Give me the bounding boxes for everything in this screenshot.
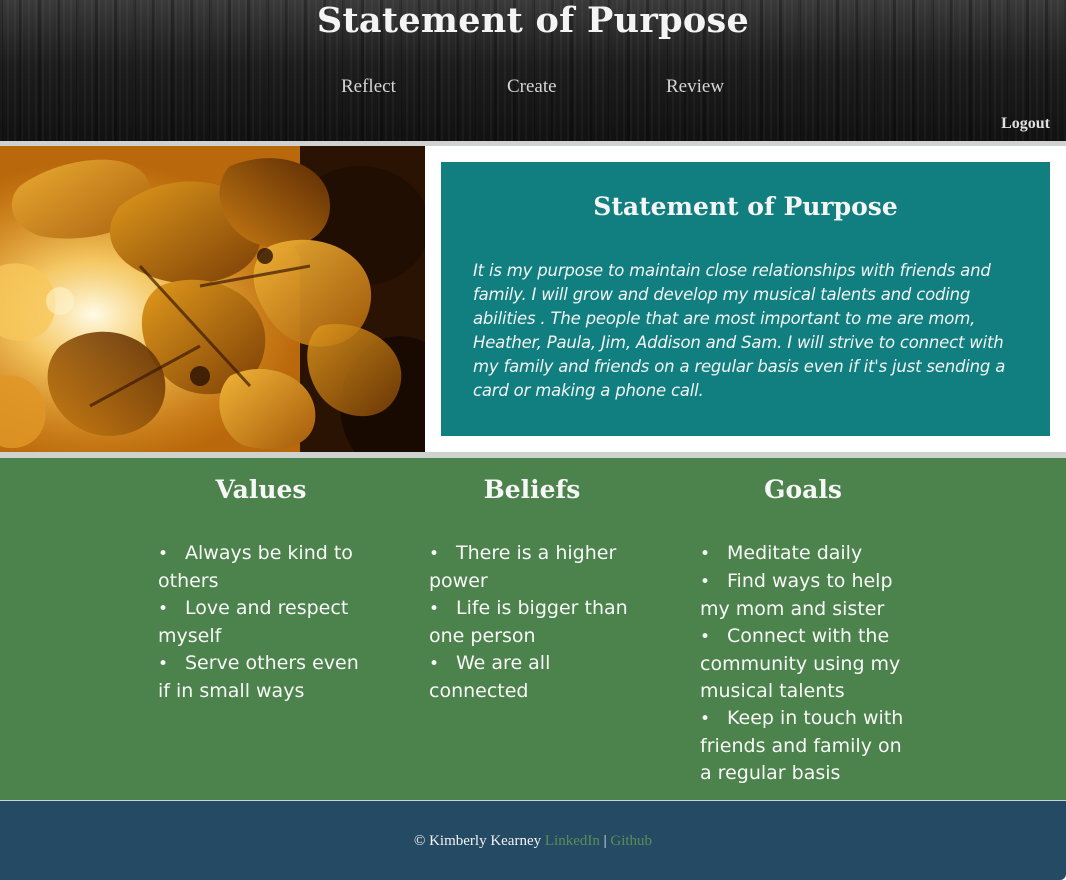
nav-reflect[interactable]: Reflect [341,76,396,98]
list-item: There is a higher power [429,540,644,595]
list-item: Life is bigger than one person [429,595,644,650]
goals-heading: Goals [764,475,842,504]
values-heading: Values [215,475,307,504]
linkedin-link[interactable]: LinkedIn [545,833,600,849]
list-item: Keep in touch with friends and family on… [700,705,915,787]
list-item: Meditate daily [700,540,915,568]
footer-separator: | [603,833,607,849]
purpose-title: Statement of Purpose [593,192,898,221]
github-link[interactable]: Github [610,833,652,849]
flower-photo [0,146,425,452]
purpose-card: Statement of Purpose It is my purpose to… [441,162,1050,436]
beliefs-list: There is a higher power Life is bigger t… [429,540,644,705]
copyright-text: © Kimberly Kearney [413,833,542,849]
values-list: Always be kind to others Love and respec… [158,540,373,705]
nav-create[interactable]: Create [507,76,557,98]
beliefs-heading: Beliefs [483,475,581,504]
site-header: Statement of Purpose Reflect Create Revi… [0,0,1066,141]
site-title: Statement of Purpose [316,0,750,41]
list-item: We are all connected [429,650,644,705]
nav-review[interactable]: Review [666,76,724,98]
list-item: Love and respect myself [158,595,373,650]
list-item: Serve others even if in small ways [158,650,373,705]
list-item: Connect with the community using my musi… [700,623,915,705]
values-beliefs-goals-section: Values Always be kind to others Love and… [0,458,1066,800]
logout-link[interactable]: Logout [1001,115,1050,133]
footer-content: © Kimberly Kearney LinkedIn | Github [0,833,1066,850]
list-item: Always be kind to others [158,540,373,595]
site-footer: © Kimberly Kearney LinkedIn | Github [0,801,1066,880]
goals-list: Meditate daily Find ways to help my mom … [700,540,915,787]
purpose-statement: It is my purpose to maintain close relat… [473,261,1006,400]
list-item: Find ways to help my mom and sister [700,568,915,623]
